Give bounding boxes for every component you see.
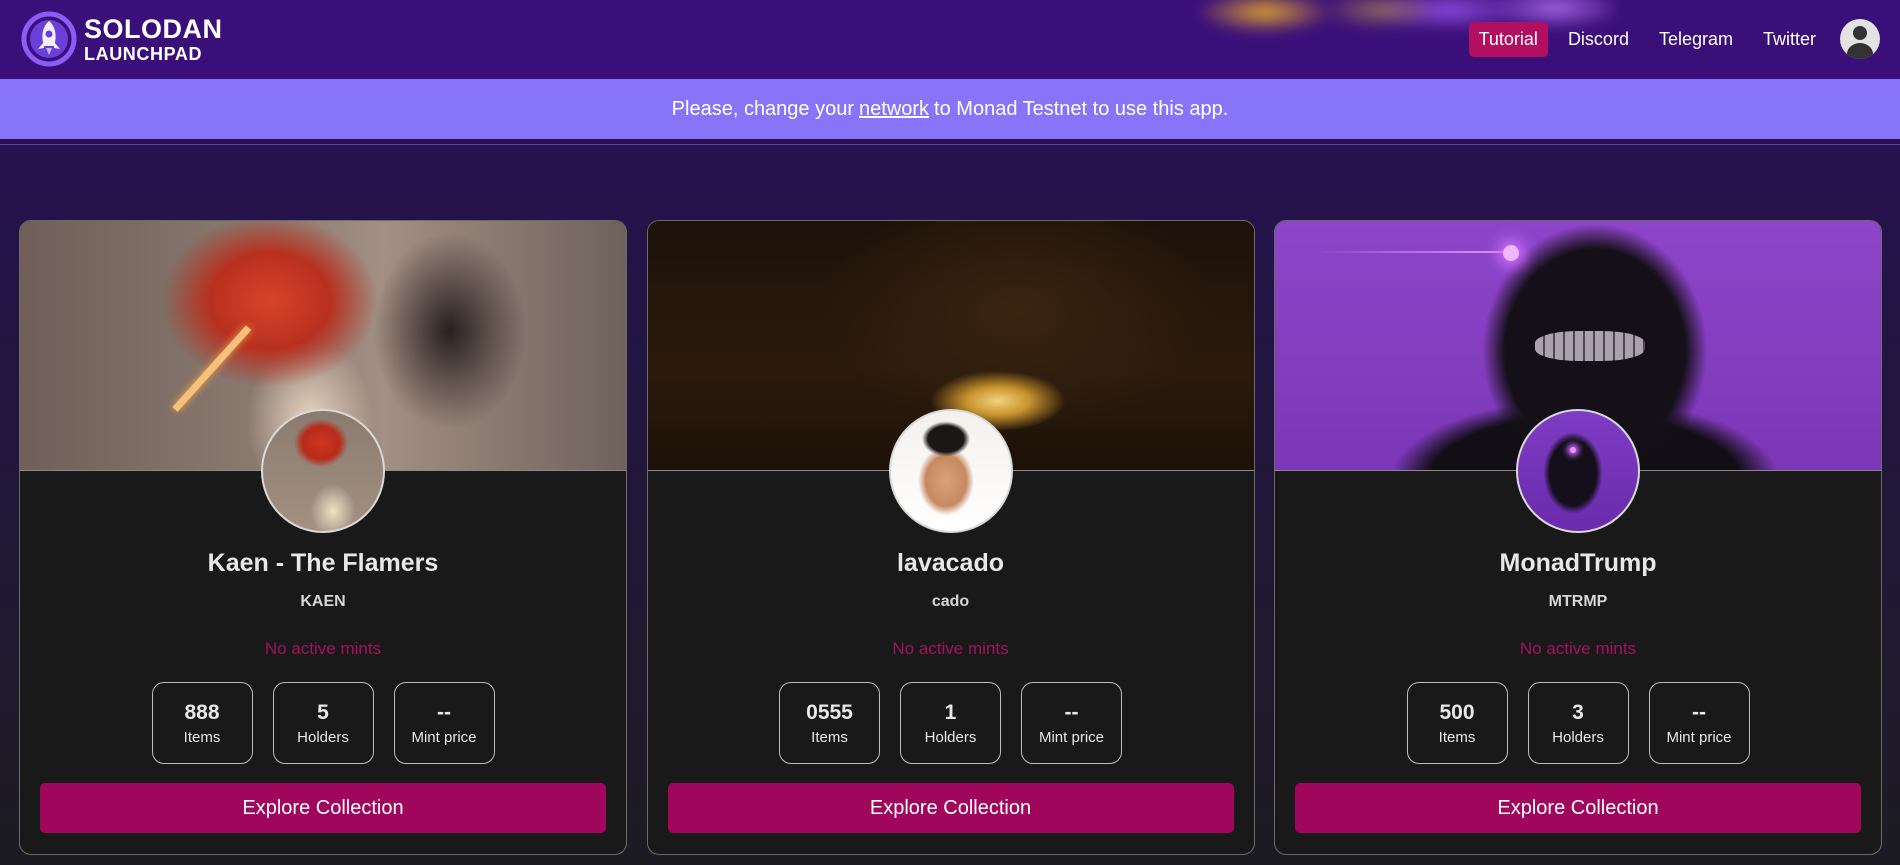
collection-stats: 0555 Items 1 Holders -- Mint price bbox=[648, 682, 1254, 764]
avatar-body bbox=[1847, 43, 1873, 59]
header-nav: Tutorial Discord Telegram Twitter bbox=[1459, 19, 1880, 59]
mint-price-stat: -- Mint price bbox=[393, 682, 495, 764]
banner-detail bbox=[1503, 245, 1519, 261]
banner-divider bbox=[0, 144, 1900, 145]
holders-label: Holders bbox=[1552, 728, 1604, 746]
items-stat: 888 Items bbox=[151, 682, 253, 764]
holders-stat: 3 Holders bbox=[1527, 682, 1629, 764]
banner-detail bbox=[172, 325, 252, 412]
mint-price-label: Mint price bbox=[1038, 728, 1105, 746]
collection-symbol: cado bbox=[931, 593, 970, 610]
mint-status: No active mints bbox=[264, 639, 382, 658]
brand-name: SOLODAN bbox=[84, 13, 223, 44]
mint-price-label: Mint price bbox=[411, 728, 477, 746]
collection-grid: Kaen - The Flamers KAEN No active mints … bbox=[19, 220, 1882, 855]
items-value: 888 bbox=[184, 700, 220, 724]
rocket-logo-icon bbox=[21, 11, 77, 67]
holders-value: 1 bbox=[944, 700, 957, 724]
holders-label: Holders bbox=[924, 728, 977, 746]
explore-collection-button[interactable]: Explore Collection bbox=[667, 783, 1234, 833]
items-stat: 0555 Items bbox=[779, 682, 880, 764]
items-label: Items bbox=[183, 728, 221, 746]
avatar-detail bbox=[1570, 447, 1576, 453]
mint-status: No active mints bbox=[892, 639, 1009, 658]
holders-stat: 1 Holders bbox=[900, 682, 1001, 764]
holders-value: 5 bbox=[317, 700, 329, 724]
collection-card: Kaen - The Flamers KAEN No active mints … bbox=[19, 220, 627, 855]
twitter-link[interactable]: Twitter bbox=[1753, 22, 1826, 57]
items-label: Items bbox=[811, 728, 848, 746]
collection-card: MonadTrump MTRMP No active mints 500 Ite… bbox=[1274, 220, 1882, 855]
collection-card: lavacado cado No active mints 0555 Items… bbox=[646, 220, 1255, 855]
tutorial-button[interactable]: Tutorial bbox=[1468, 21, 1548, 57]
mint-price-value: -- bbox=[1064, 700, 1079, 724]
collection-symbol: MTRMP bbox=[1548, 593, 1608, 610]
collection-avatar bbox=[261, 409, 385, 533]
brand-subtitle: LAUNCHPAD bbox=[84, 43, 203, 64]
mint-price-stat: -- Mint price bbox=[1021, 682, 1122, 764]
items-value: 500 bbox=[1439, 700, 1475, 724]
network-warning-banner: Please, change your network to Monad Tes… bbox=[0, 79, 1900, 139]
discord-link[interactable]: Discord bbox=[1558, 22, 1639, 57]
mint-price-value: -- bbox=[1692, 700, 1706, 724]
holders-stat: 5 Holders bbox=[272, 682, 374, 764]
top-navbar: SOLODAN LAUNCHPAD Tutorial Discord Teleg… bbox=[0, 0, 1900, 79]
collection-avatar bbox=[1516, 409, 1640, 533]
items-value: 0555 bbox=[806, 700, 853, 724]
mint-status: No active mints bbox=[1519, 639, 1637, 658]
items-stat: 500 Items bbox=[1406, 682, 1508, 764]
user-avatar-icon[interactable] bbox=[1840, 19, 1880, 59]
explore-collection-button[interactable]: Explore Collection bbox=[1295, 783, 1861, 833]
banner-detail bbox=[1315, 251, 1515, 253]
collection-title: Kaen - The Flamers bbox=[207, 549, 439, 577]
collection-avatar bbox=[888, 409, 1013, 533]
collection-stats: 888 Items 5 Holders -- Mint price bbox=[20, 682, 626, 764]
brand-logo[interactable]: SOLODAN LAUNCHPAD bbox=[20, 9, 223, 69]
holders-value: 3 bbox=[1572, 700, 1584, 724]
banner-text-after: to Monad Testnet to use this app. bbox=[934, 97, 1229, 120]
banner-text-before: Please, change your bbox=[671, 97, 855, 120]
mint-price-stat: -- Mint price bbox=[1648, 682, 1750, 764]
avatar-head bbox=[1853, 26, 1867, 40]
telegram-link[interactable]: Telegram bbox=[1649, 22, 1743, 57]
explore-collection-button[interactable]: Explore Collection bbox=[40, 783, 606, 833]
banner-detail bbox=[1535, 331, 1645, 361]
items-label: Items bbox=[1438, 728, 1476, 746]
holders-label: Holders bbox=[297, 728, 349, 746]
collection-symbol: KAEN bbox=[300, 593, 346, 610]
collection-stats: 500 Items 3 Holders -- Mint price bbox=[1275, 682, 1881, 764]
collection-title: lavacado bbox=[896, 549, 1004, 577]
network-link[interactable]: network bbox=[859, 98, 929, 121]
collection-title: MonadTrump bbox=[1499, 549, 1657, 577]
mint-price-value: -- bbox=[437, 700, 451, 724]
mint-price-label: Mint price bbox=[1666, 728, 1732, 746]
